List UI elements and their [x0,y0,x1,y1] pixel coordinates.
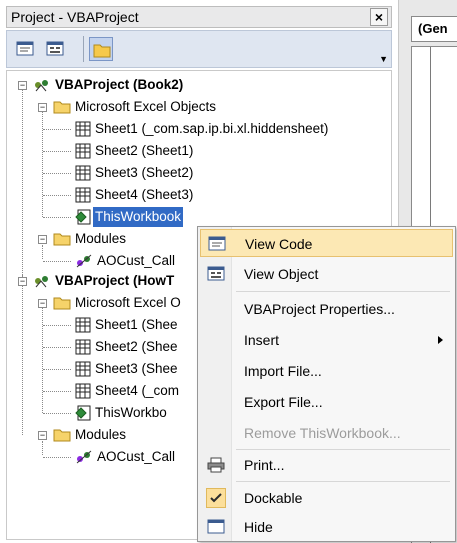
tree-line [42,441,43,455]
menu-item-export-file[interactable]: Export File... [200,388,453,416]
tree-line [43,347,71,348]
collapse-toggle[interactable]: − [18,277,27,286]
tree-line [42,301,43,413]
vbaproject-icon [35,80,48,92]
menu-item-remove: Remove ThisWorkbook... [244,425,401,441]
menu-item-properties[interactable]: VBAProject Properties... [200,295,453,323]
tree-line [43,129,71,130]
tree-line [43,325,71,326]
hide-window-icon [207,519,225,534]
tree-line [42,105,43,217]
project-explorer-titlebar[interactable]: Project - VBAProject × [6,6,392,28]
menu-item-view-code[interactable]: View Code [200,229,453,257]
tree-line [43,173,71,174]
tree-line [43,457,71,458]
worksheet-icon [75,187,91,203]
tree-line [42,245,43,259]
submenu-arrow-icon [438,336,443,344]
tree-line [43,195,71,196]
tree-line [43,413,71,414]
worksheet-icon [75,143,91,159]
close-button[interactable]: × [370,8,388,26]
worksheet-icon [75,165,91,181]
menu-separator [236,291,450,292]
workbook-icon [75,405,91,421]
worksheet-icon [75,121,91,137]
worksheet-icon [75,361,91,377]
view-object-button[interactable] [43,37,67,61]
panel-title: Project - VBAProject [11,9,139,25]
toolbar-separator [83,36,84,62]
tree-line [22,275,23,435]
tree-line [43,151,71,152]
worksheet-icon [75,339,91,355]
printer-icon [207,457,225,473]
view-code-button[interactable] [13,37,37,61]
menu-item-hide[interactable]: Hide [200,513,453,541]
folder-icon [53,101,71,114]
view-code-icon [16,41,34,56]
checkmark-icon [206,488,226,508]
worksheet-icon [75,383,91,399]
menu-separator [236,449,450,450]
module-icon [76,254,92,268]
toolbar-overflow-icon[interactable]: ▼ [379,54,388,64]
tree-line [43,369,71,370]
tree-line [43,217,71,218]
collapse-toggle[interactable]: − [38,103,47,112]
menu-item-dockable[interactable]: Dockable [200,484,453,512]
collapse-toggle[interactable]: − [18,81,27,90]
folder-icon [53,297,71,310]
tree-line [43,391,71,392]
tree-line [22,85,23,275]
view-object-icon [207,266,225,281]
context-menu: View Code View Object VBAProject Propert… [197,226,456,542]
vbaproject-icon [35,276,48,288]
project-toolbar: ▼ [6,30,392,68]
view-code-icon [208,236,226,251]
folder-icon [53,233,71,246]
collapse-toggle[interactable]: − [38,235,47,244]
worksheet-icon [75,317,91,333]
object-combo[interactable]: (Gen [411,16,457,42]
menu-separator [236,481,450,482]
folder-icon [53,429,71,442]
view-object-icon [46,41,64,56]
collapse-toggle[interactable]: − [38,299,47,308]
menu-item-print[interactable]: Print... [200,451,453,479]
workbook-icon [75,209,91,225]
folder-icon [93,44,111,58]
menu-item-view-object[interactable]: View Object [200,260,453,288]
menu-item-import-file[interactable]: Import File... [200,357,453,385]
collapse-toggle[interactable]: − [38,431,47,440]
module-icon [76,450,92,464]
menu-item-insert[interactable]: Insert [200,326,453,354]
tree-line [43,261,71,262]
toggle-folders-button[interactable] [89,37,113,61]
